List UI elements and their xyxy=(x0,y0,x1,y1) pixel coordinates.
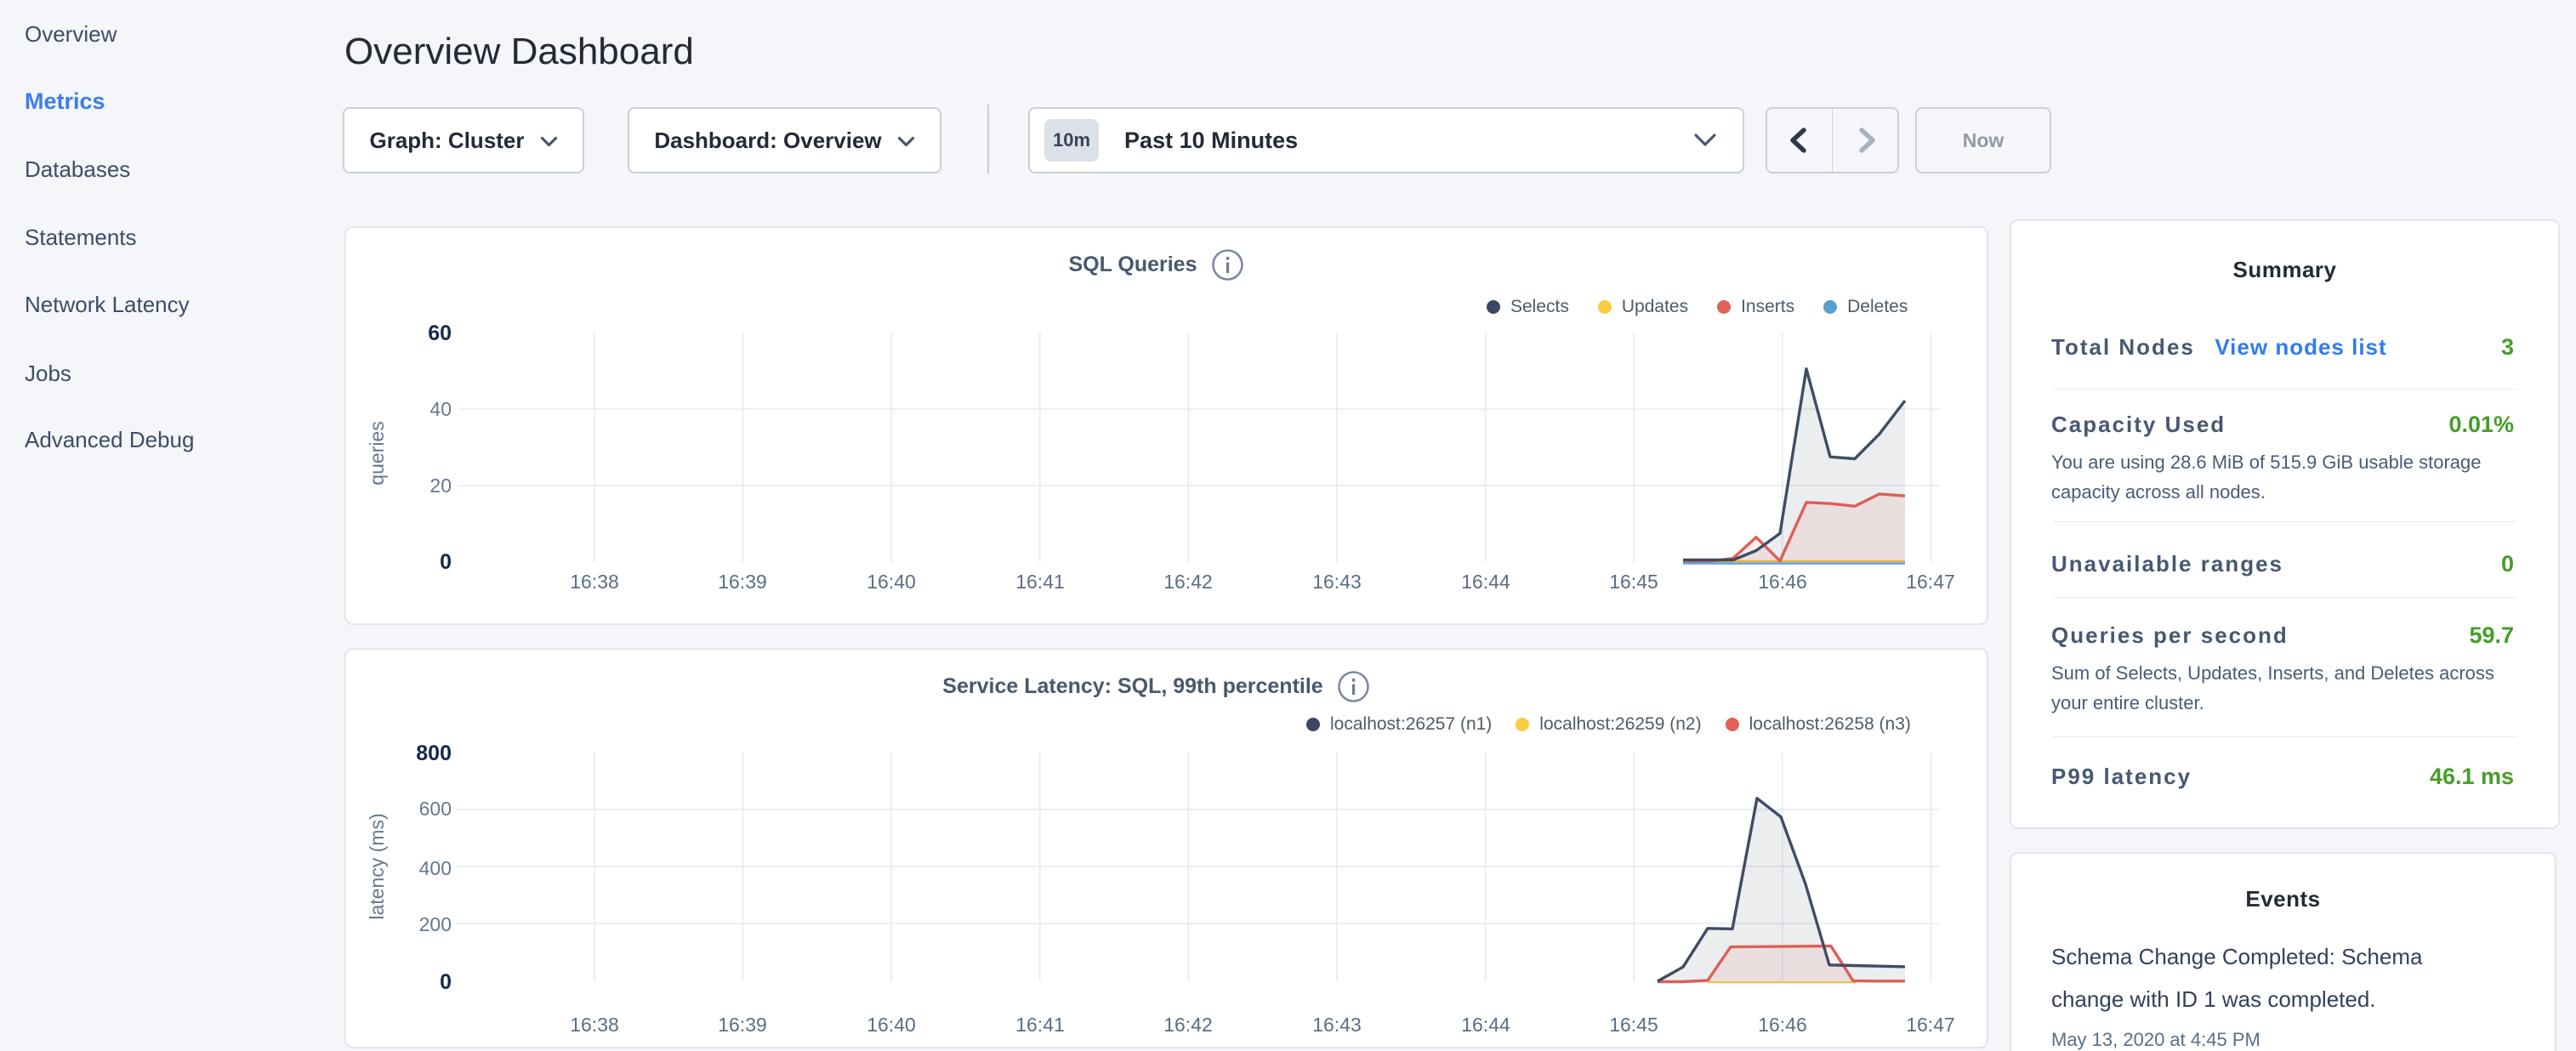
svg-text:0: 0 xyxy=(440,970,452,994)
svg-text:16:45: 16:45 xyxy=(1609,571,1658,593)
svg-text:16:41: 16:41 xyxy=(1015,1014,1065,1036)
svg-text:16:43: 16:43 xyxy=(1312,1014,1362,1036)
svg-text:60: 60 xyxy=(428,321,452,345)
svg-text:16:47: 16:47 xyxy=(1906,571,1955,593)
svg-text:16:42: 16:42 xyxy=(1163,1014,1213,1036)
svg-text:16:44: 16:44 xyxy=(1461,571,1510,593)
svg-text:200: 200 xyxy=(419,913,452,935)
svg-text:16:42: 16:42 xyxy=(1163,571,1213,593)
svg-text:16:46: 16:46 xyxy=(1758,1014,1807,1036)
svg-text:40: 40 xyxy=(429,398,452,420)
svg-text:16:46: 16:46 xyxy=(1758,571,1807,593)
svg-text:16:39: 16:39 xyxy=(718,1014,767,1036)
svg-text:600: 600 xyxy=(419,798,452,820)
svg-text:16:45: 16:45 xyxy=(1609,1014,1658,1036)
svg-text:16:47: 16:47 xyxy=(1906,1014,1955,1036)
svg-text:16:40: 16:40 xyxy=(867,1014,916,1036)
svg-text:16:41: 16:41 xyxy=(1015,571,1065,593)
svg-text:latency (ms): latency (ms) xyxy=(366,813,388,919)
svg-text:16:38: 16:38 xyxy=(570,1014,619,1036)
svg-text:16:40: 16:40 xyxy=(867,571,916,593)
svg-text:16:43: 16:43 xyxy=(1312,571,1362,593)
svg-text:20: 20 xyxy=(429,474,452,497)
svg-text:400: 400 xyxy=(419,857,452,879)
svg-text:queries: queries xyxy=(366,421,388,485)
svg-text:800: 800 xyxy=(416,741,452,765)
svg-text:16:39: 16:39 xyxy=(718,571,767,593)
svg-text:16:44: 16:44 xyxy=(1461,1014,1510,1036)
svg-text:0: 0 xyxy=(440,550,452,574)
svg-text:16:38: 16:38 xyxy=(570,571,619,593)
